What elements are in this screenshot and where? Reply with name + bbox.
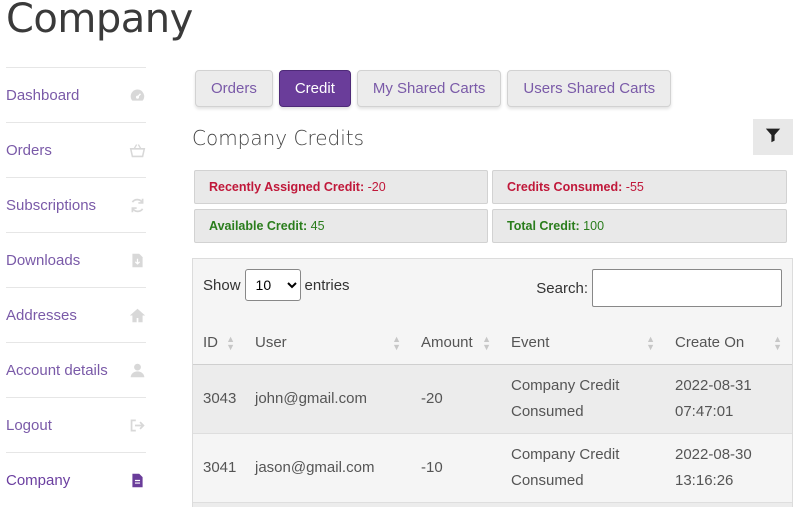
page-title: Company bbox=[6, 0, 193, 42]
sidebar-item-company[interactable]: Company bbox=[6, 452, 146, 507]
credits-consumed-card: Credits Consumed: -55 bbox=[492, 170, 787, 204]
refresh-icon bbox=[128, 196, 146, 214]
file-download-icon bbox=[128, 251, 146, 269]
total-credit-card: Total Credit: 100 bbox=[492, 209, 787, 243]
table-row: 3041 jason@gmail.com -10 Company Credit C… bbox=[193, 432, 792, 502]
column-header-event[interactable]: Event ▲ ▼ bbox=[501, 322, 665, 365]
entries-label: entries bbox=[304, 276, 350, 294]
cell-user: john@gmail.com bbox=[245, 363, 411, 433]
tab-users-shared-carts[interactable]: Users Shared Carts bbox=[507, 70, 672, 107]
sign-out-icon bbox=[128, 416, 146, 434]
page-length-control: Show 10 entries bbox=[203, 269, 350, 301]
section-title: Company Credits bbox=[192, 126, 365, 150]
sidebar-item-subscriptions[interactable]: Subscriptions bbox=[6, 177, 146, 232]
cell-event: Company Credit Consumed bbox=[501, 432, 665, 502]
cell-create-on: 2022-08-30 13:16:26 bbox=[665, 432, 792, 502]
recent-credit-value: -20 bbox=[367, 180, 386, 194]
search-label: Search: bbox=[536, 279, 588, 297]
available-credit-value: 45 bbox=[310, 219, 325, 233]
table-search: Search: bbox=[536, 269, 782, 307]
account-tabs: Orders Credit My Shared Carts Users Shar… bbox=[195, 70, 672, 107]
column-header-id[interactable]: ID ▲ ▼ bbox=[193, 322, 245, 365]
document-icon bbox=[128, 471, 146, 489]
sidebar-item-logout[interactable]: Logout bbox=[6, 397, 146, 452]
sidebar-item-label: Downloads bbox=[6, 251, 81, 269]
table-row bbox=[193, 501, 792, 507]
available-credit-card: Available Credit: 45 bbox=[194, 209, 488, 243]
sidebar-item-account-details[interactable]: Account details bbox=[6, 342, 146, 397]
basket-icon bbox=[128, 141, 146, 159]
cell-id: 3043 bbox=[193, 363, 245, 433]
sort-icon: ▲ ▼ bbox=[482, 333, 491, 352]
tab-my-shared-carts[interactable]: My Shared Carts bbox=[356, 70, 502, 107]
recent-credit-label: Recently Assigned Credit: bbox=[209, 180, 365, 194]
home-icon bbox=[128, 306, 146, 324]
total-credit-value: 100 bbox=[583, 219, 605, 233]
sidebar-item-orders[interactable]: Orders bbox=[6, 122, 146, 177]
table-row: 3043 john@gmail.com -20 Company Credit Co… bbox=[193, 363, 792, 433]
sort-icon: ▲ ▼ bbox=[646, 333, 655, 352]
credits-consumed-value: -55 bbox=[625, 180, 644, 194]
sidebar-item-label: Subscriptions bbox=[6, 196, 97, 214]
credits-consumed-label: Credits Consumed: bbox=[507, 180, 623, 194]
user-icon bbox=[128, 361, 146, 379]
cell-amount: -20 bbox=[411, 363, 501, 433]
dashboard-icon bbox=[128, 86, 146, 104]
sidebar-item-label: Company bbox=[6, 471, 71, 489]
table-header-row: ID ▲ ▼ User ▲ ▼ Amount ▲ ▼ Event ▲ ▼ Create On ▲ ▼ bbox=[193, 322, 792, 365]
sidebar-item-addresses[interactable]: Addresses bbox=[6, 287, 146, 342]
cell-create-on: 2022-08-31 07:47:01 bbox=[665, 363, 792, 433]
sort-icon: ▲ ▼ bbox=[226, 333, 235, 352]
sort-icon: ▲ ▼ bbox=[392, 333, 401, 352]
column-header-create-on[interactable]: Create On ▲ ▼ bbox=[665, 322, 792, 365]
sidebar-item-label: Logout bbox=[6, 416, 52, 434]
filter-icon bbox=[765, 127, 781, 148]
account-sidebar: Dashboard Orders Subscriptions Downloads… bbox=[6, 67, 146, 507]
sort-icon: ▲ ▼ bbox=[773, 333, 782, 352]
show-label: Show bbox=[203, 276, 241, 294]
sidebar-item-label: Account details bbox=[6, 361, 108, 379]
page-length-select[interactable]: 10 bbox=[244, 269, 301, 301]
credits-table-panel: Show 10 entries Search: ID ▲ ▼ User ▲ ▼ Amou… bbox=[192, 258, 793, 507]
cell-amount: -10 bbox=[411, 432, 501, 502]
sidebar-item-label: Addresses bbox=[6, 306, 77, 324]
cell-event: Company Credit Consumed bbox=[501, 363, 665, 433]
recent-credit-card: Recently Assigned Credit: -20 bbox=[194, 170, 488, 204]
table-row-partial bbox=[193, 501, 792, 507]
available-credit-label: Available Credit: bbox=[209, 219, 308, 233]
column-header-user[interactable]: User ▲ ▼ bbox=[245, 322, 411, 365]
tab-credit[interactable]: Credit bbox=[278, 70, 351, 107]
sidebar-item-dashboard[interactable]: Dashboard bbox=[6, 67, 146, 122]
sidebar-item-label: Orders bbox=[6, 141, 52, 159]
cell-user: jason@gmail.com bbox=[245, 432, 411, 502]
column-header-amount[interactable]: Amount ▲ ▼ bbox=[411, 322, 501, 365]
total-credit-label: Total Credit: bbox=[507, 219, 580, 233]
cell-id: 3041 bbox=[193, 432, 245, 502]
credits-table: ID ▲ ▼ User ▲ ▼ Amount ▲ ▼ Event ▲ ▼ Create On ▲ ▼… bbox=[193, 322, 792, 507]
sidebar-item-downloads[interactable]: Downloads bbox=[6, 232, 146, 287]
filter-button[interactable] bbox=[753, 119, 793, 155]
tab-orders[interactable]: Orders bbox=[195, 70, 273, 107]
search-input[interactable] bbox=[592, 269, 782, 307]
sidebar-item-label: Dashboard bbox=[6, 86, 80, 104]
